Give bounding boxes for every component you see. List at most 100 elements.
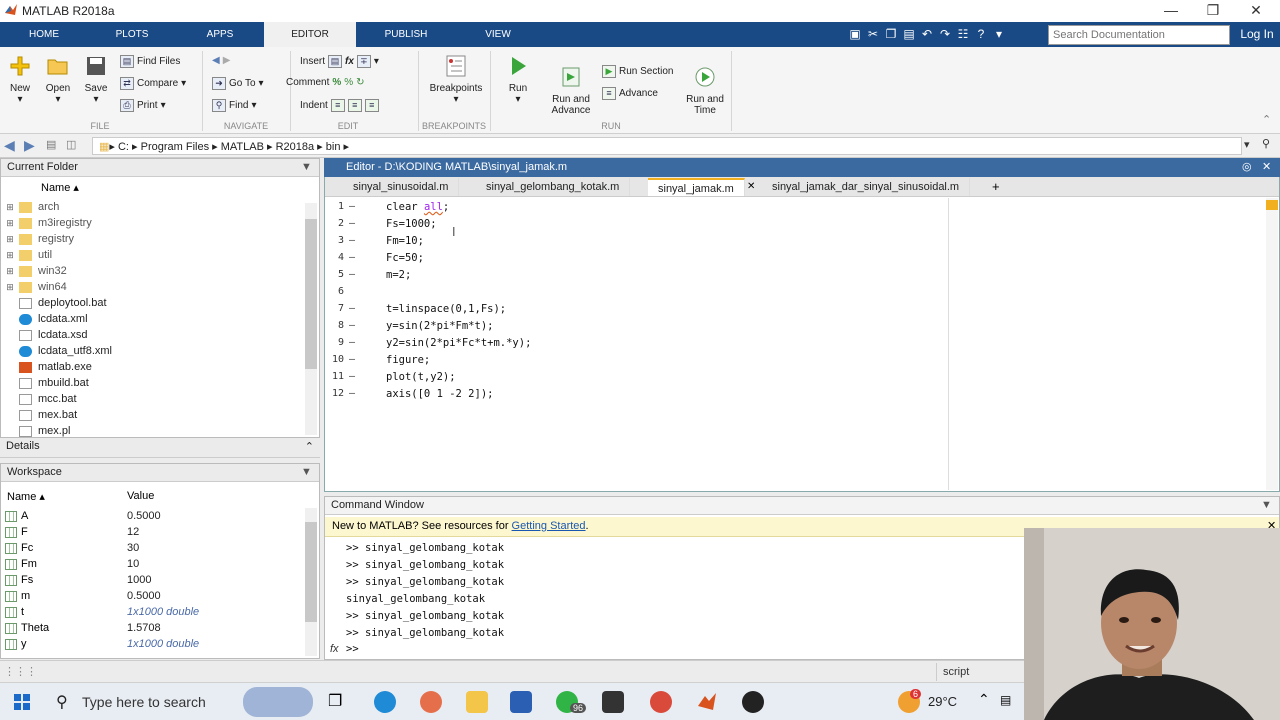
- print-button[interactable]: ⎙ Print ▾: [120, 99, 166, 112]
- browse-folder-icon[interactable]: ◫: [66, 138, 76, 151]
- run-button[interactable]: Run ▾: [500, 55, 536, 105]
- forward-arrow-icon[interactable]: ▶: [24, 137, 35, 154]
- expand-icon[interactable]: ⊞: [1, 266, 19, 277]
- comment-button[interactable]: Comment % % ↻: [286, 77, 365, 88]
- expand-icon[interactable]: ⊞: [1, 250, 19, 261]
- line-number[interactable]: 7: [326, 303, 344, 314]
- line-number[interactable]: 6: [326, 286, 344, 297]
- fx-icon[interactable]: fx: [345, 56, 354, 67]
- login-link[interactable]: Log In: [1234, 22, 1280, 47]
- breakpoint-marker[interactable]: —: [349, 388, 355, 399]
- panel-actions-icon[interactable]: ▼: [301, 466, 312, 478]
- tab-editor[interactable]: EDITOR: [264, 22, 356, 47]
- code-line[interactable]: Fc=50;: [386, 252, 424, 264]
- back-forward-buttons[interactable]: ◀ ▶: [212, 55, 230, 66]
- matlab-taskbar-icon[interactable]: [696, 691, 718, 713]
- workspace-variable-row[interactable]: Theta 1.5708: [1, 620, 301, 636]
- scrollbar[interactable]: [305, 508, 317, 656]
- close-tab-icon[interactable]: ✕: [747, 181, 755, 192]
- command-prompt[interactable]: >>: [346, 643, 359, 655]
- copy-icon[interactable]: ❐: [882, 25, 900, 43]
- new-tab-plus-icon[interactable]: +: [992, 179, 1000, 194]
- breakpoints-button[interactable]: Breakpoints ▾: [424, 55, 488, 105]
- find-button[interactable]: ⚲ Find ▾: [212, 99, 256, 112]
- code-line[interactable]: clear all;: [386, 201, 449, 213]
- editor-scrollbar[interactable]: [1266, 198, 1278, 490]
- breakpoint-marker[interactable]: —: [349, 201, 355, 212]
- details-panel[interactable]: Details ⌃: [0, 438, 320, 458]
- taskbar-search-box[interactable]: Type here to search: [82, 694, 206, 710]
- breakpoint-marker[interactable]: —: [349, 337, 355, 348]
- file-item[interactable]: ⊞ m3iregistry: [1, 215, 301, 231]
- line-number[interactable]: 12: [326, 388, 344, 399]
- getting-started-link[interactable]: Getting Started: [512, 520, 586, 532]
- cut-icon[interactable]: ✂: [864, 25, 882, 43]
- panel-actions-icon[interactable]: ◎: [1242, 160, 1252, 173]
- search-documentation-input[interactable]: [1048, 25, 1230, 45]
- workspace-variable-row[interactable]: A 0.5000: [1, 508, 301, 524]
- file-item[interactable]: ⊞ registry: [1, 231, 301, 247]
- file-item[interactable]: mbuild.bat: [1, 375, 301, 391]
- file-item[interactable]: ⊞ util: [1, 247, 301, 263]
- breakpoint-marker[interactable]: —: [349, 354, 355, 365]
- file-item[interactable]: matlab.exe: [1, 359, 301, 375]
- editor-tab-gelombang-kotak[interactable]: sinyal_gelombang_kotak.m: [476, 178, 631, 196]
- arrow-right-icon[interactable]: ▶: [223, 55, 231, 66]
- minimize-button[interactable]: —: [1151, 0, 1191, 22]
- switch-windows-icon[interactable]: ☷: [954, 25, 972, 43]
- panel-actions-icon[interactable]: ▼: [301, 161, 312, 173]
- workspace-variable-row[interactable]: F 12: [1, 524, 301, 540]
- file-item[interactable]: lcdata.xsd: [1, 327, 301, 343]
- file-item[interactable]: deploytool.bat: [1, 295, 301, 311]
- workspace-variable-row[interactable]: m 0.5000: [1, 588, 301, 604]
- value-column-header[interactable]: Value: [127, 490, 154, 502]
- compare-button[interactable]: ⇄ Compare ▾: [120, 77, 186, 90]
- line-number[interactable]: 9: [326, 337, 344, 348]
- tab-apps[interactable]: APPS: [176, 22, 264, 47]
- edge-icon[interactable]: [374, 691, 396, 713]
- code-line[interactable]: axis([0 1 -2 2]);: [386, 388, 493, 400]
- chrome-icon[interactable]: [650, 691, 672, 713]
- close-button[interactable]: ✕: [1236, 0, 1276, 22]
- code-line[interactable]: m=2;: [386, 269, 411, 281]
- line-number[interactable]: 5: [326, 269, 344, 280]
- code-line[interactable]: Fm=10;: [386, 235, 424, 247]
- close-icon[interactable]: ✕: [1262, 160, 1271, 173]
- line-number[interactable]: 10: [326, 354, 344, 365]
- workspace-variable-row[interactable]: t 1x1000 double: [1, 604, 301, 620]
- file-item[interactable]: mex.bat: [1, 407, 301, 423]
- expand-icon[interactable]: ⊞: [1, 202, 19, 213]
- open-button[interactable]: Open ▾: [44, 55, 72, 105]
- editor-tab-sinusoidal[interactable]: sinyal_sinusoidal.m: [343, 178, 460, 196]
- copilot-icon[interactable]: [420, 691, 442, 713]
- scrollbar[interactable]: [305, 203, 317, 435]
- file-item[interactable]: ⊞ arch: [1, 199, 301, 215]
- terminal-icon[interactable]: [602, 691, 624, 713]
- code-line[interactable]: y=sin(2*pi*Fm*t);: [386, 320, 493, 332]
- save-button[interactable]: Save ▾: [82, 55, 110, 105]
- code-line[interactable]: figure;: [386, 354, 430, 366]
- save-icon[interactable]: ▣: [846, 25, 864, 43]
- run-and-time-button[interactable]: Run and Time: [682, 55, 728, 127]
- breakpoint-marker[interactable]: —: [349, 235, 355, 246]
- chevron-up-icon[interactable]: ⌃: [978, 691, 990, 708]
- editor-tab-jamak[interactable]: sinyal_jamak.m: [648, 178, 745, 196]
- percent-icon[interactable]: %: [332, 77, 341, 88]
- file-item[interactable]: lcdata.xml: [1, 311, 301, 327]
- windows-start-icon[interactable]: [14, 694, 30, 710]
- breakpoint-marker[interactable]: —: [349, 371, 355, 382]
- workspace-variable-row[interactable]: y 1x1000 double: [1, 636, 301, 652]
- indent-button[interactable]: Indent ≡ ≡ ≡: [300, 99, 379, 112]
- expand-icon[interactable]: ⊞: [1, 234, 19, 245]
- fx-icon[interactable]: fx: [330, 643, 339, 655]
- editor-tab-jamak-sinusoidal[interactable]: sinyal_jamak_dar_sinyal_sinusoidal.m: [762, 178, 971, 196]
- line-number[interactable]: 8: [326, 320, 344, 331]
- workspace-variable-row[interactable]: Fm 10: [1, 556, 301, 572]
- new-button[interactable]: New ▾: [6, 55, 34, 105]
- breakpoint-marker[interactable]: —: [349, 320, 355, 331]
- line-number[interactable]: 11: [326, 371, 344, 382]
- breakpoint-marker[interactable]: —: [349, 218, 355, 229]
- network-icon[interactable]: ▤: [1000, 693, 1011, 707]
- file-item[interactable]: lcdata_utf8.xml: [1, 343, 301, 359]
- workspace-variable-row[interactable]: Fs 1000: [1, 572, 301, 588]
